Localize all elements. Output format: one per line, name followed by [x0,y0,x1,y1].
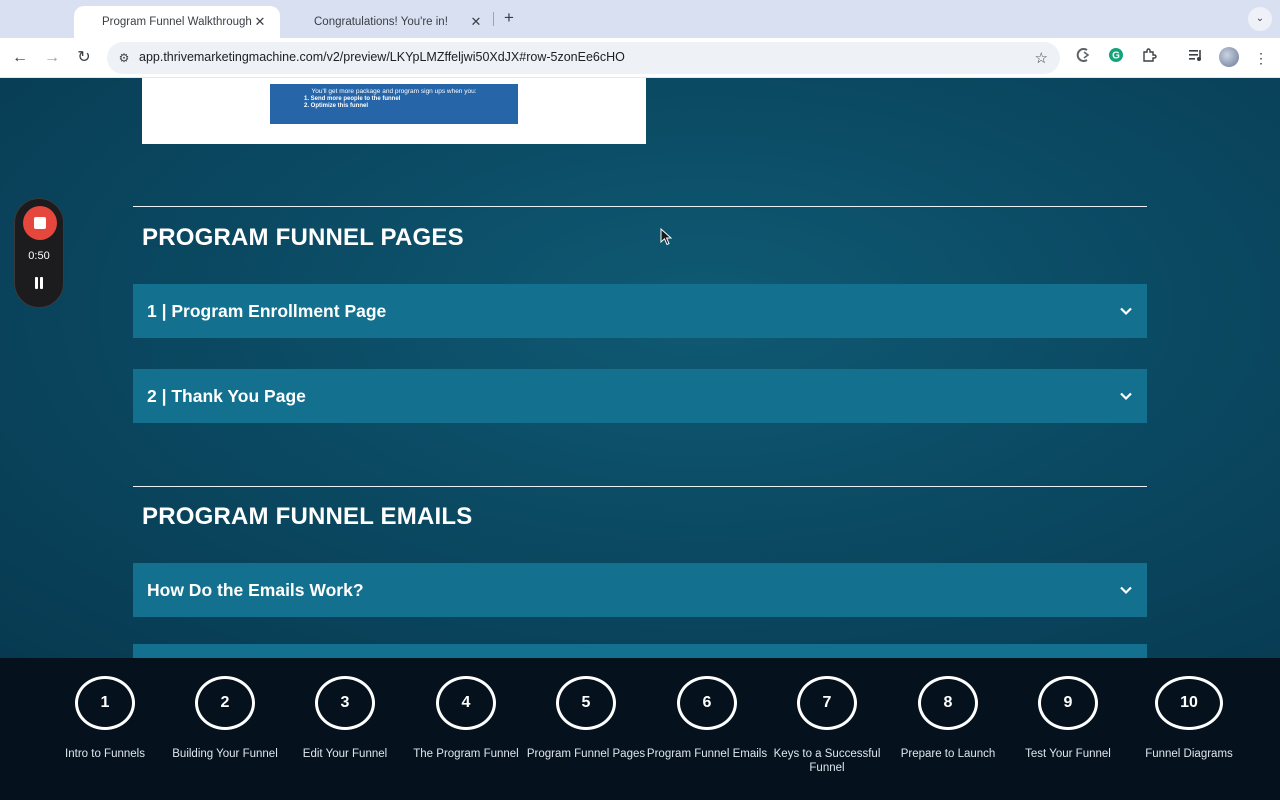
step-label: Intro to Funnels [65,748,145,760]
step-4[interactable]: 4 The Program Funnel [396,658,536,800]
back-arrow-icon[interactable]: ← [8,46,32,70]
reload-icon[interactable]: ↻ [72,46,96,70]
browser-toolbar: ← → ↻ ⚙ app.thrivemarketingmachine.com/v… [0,38,1280,78]
url-text: app.thrivemarketingmachine.com/v2/previe… [139,50,625,64]
accordion-next[interactable] [133,644,1147,658]
step-number: 9 [1038,676,1098,730]
step-number: 1 [75,676,135,730]
step-label: Keys to a Successful Funnel [773,748,881,774]
tab-strip: Program Funnel Walkthrough ✕ Congratulat… [0,0,1280,38]
extensions-puzzle-icon[interactable] [1138,47,1160,69]
more-menu-icon[interactable]: ⋮ [1250,47,1272,69]
chevron-down-icon [1120,586,1132,595]
profile-avatar[interactable] [1219,47,1239,67]
step-7[interactable]: 7 Keys to a Successful Funnel [757,658,897,800]
step-10[interactable]: 10 Funnel Diagrams [1119,658,1259,800]
step-number: 7 [797,676,857,730]
close-icon[interactable]: ✕ [468,14,484,30]
tab-title: Congratulations! You're in! [314,16,448,28]
step-number: 5 [556,676,616,730]
extension-c-icon[interactable] [1073,47,1095,69]
accordion-label: How Do the Emails Work? [147,579,364,600]
accordion-label: 2 | Thank You Page [147,385,306,406]
screen-recorder: 0:50 [14,198,64,308]
step-label: Edit Your Funnel [302,748,388,760]
preview-image: You'll get more package and program sign… [142,78,646,144]
forward-arrow-icon[interactable]: → [40,46,64,70]
preview-heading: You'll get more package and program sign… [311,88,477,95]
section-divider [133,206,1147,207]
step-number: 8 [918,676,978,730]
step-number: 4 [436,676,496,730]
pause-icon[interactable] [33,277,45,289]
bookmark-star-icon[interactable]: ☆ [1035,49,1048,67]
step-label: Program Funnel Pages [526,748,646,760]
preview-item: 1. Send more people to the funnel [304,96,401,102]
step-2[interactable]: 2 Building Your Funnel [155,658,295,800]
svg-text:G: G [1112,51,1120,62]
grammarly-icon[interactable]: G [1105,47,1127,69]
step-navigation: 1 Intro to Funnels 2 Building Your Funne… [0,658,1280,800]
section-divider [133,486,1147,487]
accordion-thank-you-page[interactable]: 2 | Thank You Page [133,369,1147,423]
section-title-emails: PROGRAM FUNNEL EMAILS [142,503,473,530]
address-bar[interactable]: ⚙ app.thrivemarketingmachine.com/v2/prev… [107,42,1060,74]
tab-program-funnel-walkthrough[interactable]: Program Funnel Walkthrough ✕ [74,6,280,38]
stop-recording-button[interactable] [23,206,57,240]
new-tab-icon[interactable]: + [500,9,518,27]
step-number: 6 [677,676,737,730]
step-label: The Program Funnel [413,748,519,760]
step-5[interactable]: 5 Program Funnel Pages [516,658,656,800]
step-number: 10 [1155,676,1223,730]
step-label: Prepare to Launch [900,748,996,760]
chevron-down-icon [1120,392,1132,401]
site-settings-icon[interactable]: ⚙ [116,50,132,66]
step-label: Program Funnel Emails [646,748,768,760]
accordion-how-emails-work[interactable]: How Do the Emails Work? [133,563,1147,617]
chevron-down-icon [1120,307,1132,316]
section-title-pages: PROGRAM FUNNEL PAGES [142,224,464,251]
mouse-cursor-icon [660,228,672,246]
step-number: 2 [195,676,255,730]
preview-banner: You'll get more package and program sign… [270,84,518,124]
step-label: Test Your Funnel [1025,748,1111,760]
step-6[interactable]: 6 Program Funnel Emails [637,658,777,800]
accordion-program-enrollment-page[interactable]: 1 | Program Enrollment Page [133,284,1147,338]
media-controls-icon[interactable] [1185,47,1207,69]
step-8[interactable]: 8 Prepare to Launch [878,658,1018,800]
step-label: Building Your Funnel [172,748,278,760]
preview-item: 2. Optimize this funnel [304,103,369,109]
tab-title: Program Funnel Walkthrough [102,16,252,28]
accordion-label: 1 | Program Enrollment Page [147,300,387,321]
close-icon[interactable]: ✕ [252,14,268,30]
step-1[interactable]: 1 Intro to Funnels [35,658,175,800]
tab-separator [493,12,494,26]
step-3[interactable]: 3 Edit Your Funnel [275,658,415,800]
step-label: Funnel Diagrams [1145,748,1233,760]
step-number: 3 [315,676,375,730]
stop-icon [34,217,46,229]
recording-time: 0:50 [28,250,50,262]
tab-search-chevron-icon[interactable]: ⌄ [1248,7,1272,31]
tab-congratulations[interactable]: Congratulations! You're in! ✕ [290,6,496,38]
step-9[interactable]: 9 Test Your Funnel [998,658,1138,800]
page-content: You'll get more package and program sign… [0,78,1280,658]
